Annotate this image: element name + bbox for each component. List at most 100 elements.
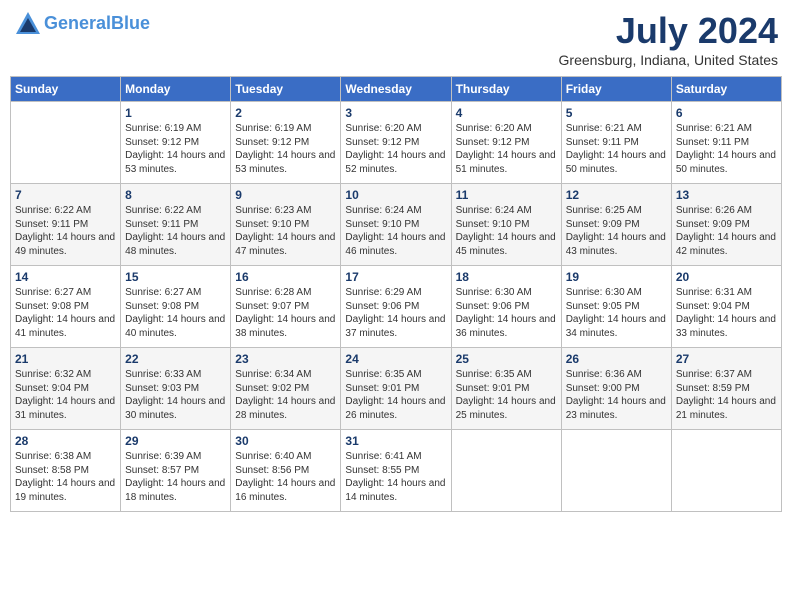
cell-info: Sunrise: 6:32 AMSunset: 9:04 PMDaylight:…: [15, 368, 116, 422]
calendar-cell: 12Sunrise: 6:25 AMSunset: 9:09 PMDayligh…: [561, 184, 671, 266]
day-number: 3: [345, 106, 446, 120]
day-number: 26: [566, 352, 667, 366]
day-number: 29: [125, 434, 226, 448]
cell-info: Sunrise: 6:41 AMSunset: 8:55 PMDaylight:…: [345, 450, 446, 504]
logo-line1: General: [44, 13, 111, 33]
cell-info: Sunrise: 6:24 AMSunset: 9:10 PMDaylight:…: [456, 204, 557, 258]
calendar-cell: 8 Sunrise: 6:22 AMSunset: 9:11 PMDaylight…: [121, 184, 231, 266]
cell-info: Sunrise: 6:26 AMSunset: 9:09 PMDaylight:…: [676, 204, 777, 258]
day-number: 27: [676, 352, 777, 366]
calendar-cell: 20 Sunrise: 6:31 AMSunset: 9:04 PMDayligh…: [671, 266, 781, 348]
cell-info: Sunrise: 6:33 AMSunset: 9:03 PMDaylight:…: [125, 368, 226, 422]
calendar-week-row: 1Sunrise: 6:19 AMSunset: 9:12 PMDaylight…: [11, 102, 782, 184]
calendar-cell: [561, 430, 671, 512]
cell-info: Sunrise: 6:37 AMSunset: 8:59 PMDaylight:…: [676, 368, 777, 422]
title-block: July 2024 Greensburg, Indiana, United St…: [559, 10, 778, 68]
day-number: 22: [125, 352, 226, 366]
cell-info: Sunrise: 6:25 AMSunset: 9:09 PMDaylight:…: [566, 204, 667, 258]
day-number: 23: [235, 352, 336, 366]
day-number: 21: [15, 352, 116, 366]
day-number: 14: [15, 270, 116, 284]
cell-info: Sunrise: 6:30 AMSunset: 9:06 PMDaylight:…: [456, 286, 557, 340]
calendar-cell: 3 Sunrise: 6:20 AMSunset: 9:12 PMDaylight…: [341, 102, 451, 184]
calendar-cell: 19 Sunrise: 6:30 AMSunset: 9:05 PMDayligh…: [561, 266, 671, 348]
logo-icon: [14, 10, 42, 38]
calendar-cell: 11 Sunrise: 6:24 AMSunset: 9:10 PMDayligh…: [451, 184, 561, 266]
cell-info: Sunrise: 6:40 AMSunset: 8:56 PMDaylight:…: [235, 450, 336, 504]
cell-info: Sunrise: 6:39 AMSunset: 8:57 PMDaylight:…: [125, 450, 226, 504]
weekday-header-sunday: Sunday: [11, 77, 121, 102]
day-number: 15: [125, 270, 226, 284]
calendar-cell: 28 Sunrise: 6:38 AMSunset: 8:58 PMDayligh…: [11, 430, 121, 512]
cell-info: Sunrise: 6:22 AMSunset: 9:11 PMDaylight:…: [125, 204, 226, 258]
logo-text: GeneralBlue: [44, 14, 150, 34]
cell-info: Sunrise: 6:36 AMSunset: 9:00 PMDaylight:…: [566, 368, 667, 422]
cell-info: Sunrise: 6:31 AMSunset: 9:04 PMDaylight:…: [676, 286, 777, 340]
day-number: 11: [456, 188, 557, 202]
cell-info: Sunrise: 6:35 AMSunset: 9:01 PMDaylight:…: [345, 368, 446, 422]
calendar-cell: 31 Sunrise: 6:41 AMSunset: 8:55 PMDayligh…: [341, 430, 451, 512]
calendar-cell: 18Sunrise: 6:30 AMSunset: 9:06 PMDayligh…: [451, 266, 561, 348]
cell-info: Sunrise: 6:19 AMSunset: 9:12 PMDaylight:…: [235, 122, 336, 176]
cell-info: Sunrise: 6:24 AMSunset: 9:10 PMDaylight:…: [345, 204, 446, 258]
day-number: 4: [456, 106, 557, 120]
weekday-header-saturday: Saturday: [671, 77, 781, 102]
cell-info: Sunrise: 6:21 AMSunset: 9:11 PMDaylight:…: [566, 122, 667, 176]
calendar-table: SundayMondayTuesdayWednesdayThursdayFrid…: [10, 76, 782, 512]
weekday-header-wednesday: Wednesday: [341, 77, 451, 102]
calendar-cell: 22 Sunrise: 6:33 AMSunset: 9:03 PMDayligh…: [121, 348, 231, 430]
cell-info: Sunrise: 6:27 AMSunset: 9:08 PMDaylight:…: [125, 286, 226, 340]
calendar-cell: 9 Sunrise: 6:23 AMSunset: 9:10 PMDaylight…: [231, 184, 341, 266]
day-number: 7: [15, 188, 116, 202]
cell-info: Sunrise: 6:19 AMSunset: 9:12 PMDaylight:…: [125, 122, 226, 176]
cell-info: Sunrise: 6:35 AMSunset: 9:01 PMDaylight:…: [456, 368, 557, 422]
calendar-cell: [11, 102, 121, 184]
cell-info: Sunrise: 6:20 AMSunset: 9:12 PMDaylight:…: [345, 122, 446, 176]
cell-info: Sunrise: 6:38 AMSunset: 8:58 PMDaylight:…: [15, 450, 116, 504]
day-number: 19: [566, 270, 667, 284]
calendar-cell: 17 Sunrise: 6:29 AMSunset: 9:06 PMDayligh…: [341, 266, 451, 348]
calendar-cell: 16Sunrise: 6:28 AMSunset: 9:07 PMDayligh…: [231, 266, 341, 348]
calendar-cell: 26 Sunrise: 6:36 AMSunset: 9:00 PMDayligh…: [561, 348, 671, 430]
cell-info: Sunrise: 6:20 AMSunset: 9:12 PMDaylight:…: [456, 122, 557, 176]
cell-info: Sunrise: 6:29 AMSunset: 9:06 PMDaylight:…: [345, 286, 446, 340]
day-number: 25: [456, 352, 557, 366]
calendar-cell: 14Sunrise: 6:27 AMSunset: 9:08 PMDayligh…: [11, 266, 121, 348]
cell-info: Sunrise: 6:21 AMSunset: 9:11 PMDaylight:…: [676, 122, 777, 176]
calendar-cell: 27 Sunrise: 6:37 AMSunset: 8:59 PMDayligh…: [671, 348, 781, 430]
calendar-cell: 25 Sunrise: 6:35 AMSunset: 9:01 PMDayligh…: [451, 348, 561, 430]
day-number: 9: [235, 188, 336, 202]
day-number: 24: [345, 352, 446, 366]
logo-line2: Blue: [111, 13, 150, 33]
cell-info: Sunrise: 6:30 AMSunset: 9:05 PMDaylight:…: [566, 286, 667, 340]
calendar-cell: 21 Sunrise: 6:32 AMSunset: 9:04 PMDayligh…: [11, 348, 121, 430]
day-number: 31: [345, 434, 446, 448]
calendar-cell: 7 Sunrise: 6:22 AMSunset: 9:11 PMDaylight…: [11, 184, 121, 266]
day-number: 20: [676, 270, 777, 284]
calendar-week-row: 14 Sunrise: 6:27 AMSunset: 9:08 PMDayligh…: [11, 266, 782, 348]
day-number: 13: [676, 188, 777, 202]
calendar-cell: 30 Sunrise: 6:40 AMSunset: 8:56 PMDayligh…: [231, 430, 341, 512]
month-title: July 2024: [559, 10, 778, 52]
cell-info: Sunrise: 6:22 AMSunset: 9:11 PMDaylight:…: [15, 204, 116, 258]
calendar-week-row: 21 Sunrise: 6:32 AMSunset: 9:04 PMDayligh…: [11, 348, 782, 430]
calendar-cell: 29 Sunrise: 6:39 AMSunset: 8:57 PMDayligh…: [121, 430, 231, 512]
weekday-header-monday: Monday: [121, 77, 231, 102]
calendar-week-row: 28 Sunrise: 6:38 AMSunset: 8:58 PMDayligh…: [11, 430, 782, 512]
day-number: 10: [345, 188, 446, 202]
weekday-header-thursday: Thursday: [451, 77, 561, 102]
day-number: 30: [235, 434, 336, 448]
weekday-header-tuesday: Tuesday: [231, 77, 341, 102]
day-number: 2: [235, 106, 336, 120]
calendar-cell: [451, 430, 561, 512]
logo: GeneralBlue: [14, 10, 150, 38]
day-number: 8: [125, 188, 226, 202]
calendar-cell: 1Sunrise: 6:19 AMSunset: 9:12 PMDaylight…: [121, 102, 231, 184]
day-number: 17: [345, 270, 446, 284]
calendar-cell: 10 Sunrise: 6:24 AMSunset: 9:10 PMDayligh…: [341, 184, 451, 266]
cell-info: Sunrise: 6:34 AMSunset: 9:02 PMDaylight:…: [235, 368, 336, 422]
location: Greensburg, Indiana, United States: [559, 52, 778, 68]
day-number: 28: [15, 434, 116, 448]
calendar-week-row: 7 Sunrise: 6:22 AMSunset: 9:11 PMDaylight…: [11, 184, 782, 266]
cell-info: Sunrise: 6:23 AMSunset: 9:10 PMDaylight:…: [235, 204, 336, 258]
